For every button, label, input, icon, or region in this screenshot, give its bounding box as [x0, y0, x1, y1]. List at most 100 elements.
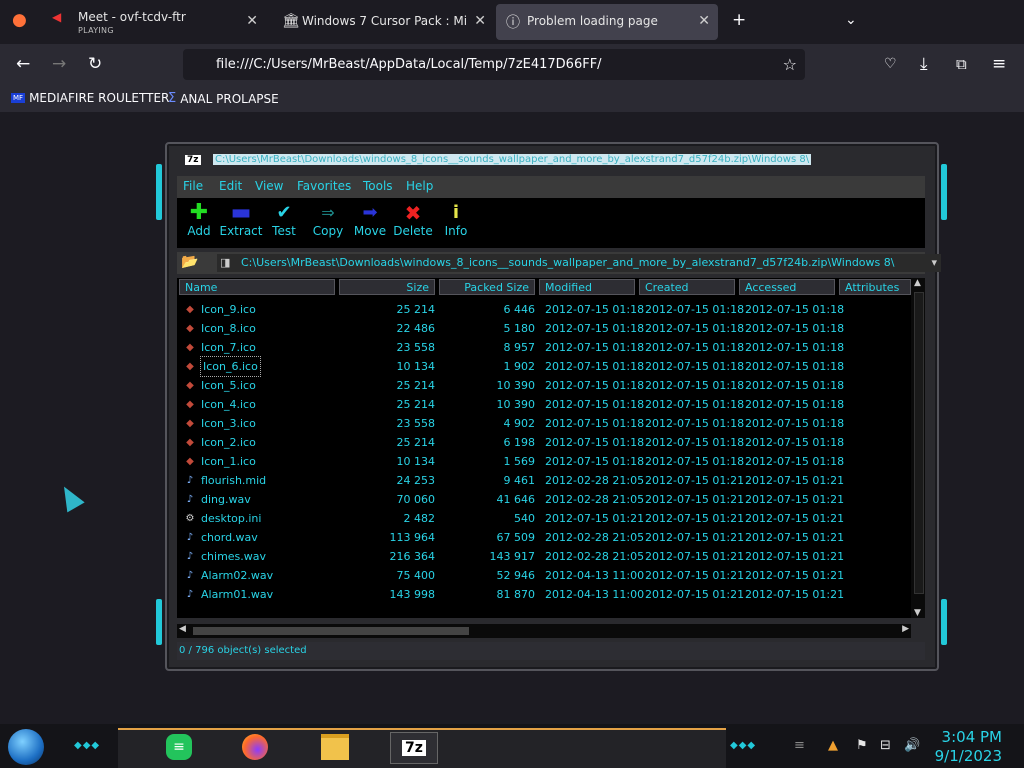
status-bar: 0 / 796 object(s) selected — [177, 642, 925, 660]
file-size: 113 964 — [389, 531, 436, 544]
taskbar-notes-app[interactable]: ≡ — [162, 732, 196, 762]
dropdown-arrow-icon[interactable]: ▾ — [931, 254, 937, 272]
table-row[interactable]: ◆ Icon_4.ico 25 214 10 390 2012-07-15 01:18 2… — [177, 395, 911, 414]
tray-vlc-icon[interactable]: ▲ — [828, 738, 838, 753]
scroll-down-icon[interactable]: ▼ — [914, 608, 921, 618]
column-header-size[interactable]: Size — [339, 279, 435, 295]
sevenzip-window: 7z C:\Users\MrBeast\Downloads\windows_8_… — [156, 142, 947, 671]
file-accessed: 2012-07-15 01:21 — [745, 512, 845, 525]
table-row[interactable]: ◆ Icon_3.ico 23 558 4 902 2012-07-15 01:18 20… — [177, 414, 911, 433]
url-bar[interactable]: file:///C:/Users/MrBeast/AppData/Local/T… — [183, 49, 805, 80]
delete-button[interactable]: ✖ Delete — [391, 202, 435, 238]
scroll-left-icon[interactable]: ◀ — [179, 624, 186, 634]
speaker-icon[interactable]: ◀ — [52, 10, 61, 24]
close-icon[interactable]: ✕ — [246, 13, 258, 29]
pocket-icon[interactable]: ♡ — [884, 56, 897, 73]
file-modified: 2012-07-15 01:21 — [545, 512, 645, 525]
bookmark-mediafire[interactable]: MF MEDIAFIRE ROULETTER — [11, 91, 169, 105]
file-packed-size: 10 390 — [496, 398, 536, 411]
tab-meet[interactable]: ◀ Meet - ovf-tcdv-ftr PLAYING ✕ — [44, 4, 266, 40]
ini-file-icon: ⚙ — [185, 513, 195, 524]
info-button[interactable]: i Info — [434, 202, 478, 238]
column-header-name[interactable]: Name — [179, 279, 335, 295]
taskbar-sevenzip[interactable]: 7z — [390, 732, 438, 764]
taskbar-file-explorer[interactable] — [318, 732, 352, 762]
scroll-right-icon[interactable]: ▶ — [902, 624, 909, 634]
back-arrow-icon[interactable]: ← — [16, 56, 30, 73]
hamburger-menu-icon[interactable]: ≡ — [992, 56, 1006, 73]
horizontal-scrollbar[interactable]: ◀ ▶ — [177, 624, 911, 638]
extract-button[interactable]: ▬ Extract — [219, 202, 263, 239]
close-icon[interactable]: ✕ — [474, 13, 486, 29]
table-row[interactable]: ♪ Alarm02.wav 75 400 52 946 2012-04-13 11:00… — [177, 566, 911, 585]
column-header-accessed[interactable]: Accessed — [739, 279, 835, 295]
tray-flag-icon[interactable]: ⚑ — [856, 738, 868, 753]
notes-app-icon: ≡ — [166, 734, 192, 760]
audio-file-icon: ♪ — [186, 551, 194, 562]
scroll-thumb[interactable] — [914, 292, 924, 594]
column-header-modified[interactable]: Modified — [539, 279, 635, 295]
table-row[interactable]: ◆ Icon_2.ico 25 214 6 198 2012-07-15 01:18 20… — [177, 433, 911, 452]
start-button[interactable] — [8, 729, 44, 765]
address-text[interactable]: C:\Users\MrBeast\Downloads\windows_8_ico… — [241, 256, 894, 269]
add-button[interactable]: ✚ Add — [177, 202, 221, 239]
firefox-menu-icon[interactable]: ● — [12, 12, 27, 29]
table-row[interactable]: ◆ Icon_8.ico 22 486 5 180 2012-07-15 01:18 20… — [177, 319, 911, 338]
window-title-bar[interactable]: 7z C:\Users\MrBeast\Downloads\windows_8_… — [185, 152, 905, 170]
table-row[interactable]: ♪ Alarm01.wav 143 998 81 870 2012-04-13 11:0… — [177, 585, 911, 604]
menu-file[interactable]: File — [183, 179, 203, 193]
tray-network-icon[interactable]: ⊟ — [880, 738, 891, 753]
new-tab-plus-icon[interactable]: + — [732, 12, 746, 29]
address-field[interactable]: ◨ C:\Users\MrBeast\Downloads\windows_8_i… — [217, 254, 941, 272]
menu-help[interactable]: Help — [406, 179, 433, 193]
table-row[interactable]: ◆ Icon_7.ico 23 558 8 957 2012-07-15 01:18 20… — [177, 338, 911, 357]
tab-meet-title: Meet - ovf-tcdv-ftr — [78, 10, 186, 24]
table-row[interactable]: ♪ flourish.mid 24 253 9 461 2012-02-28 21:05… — [177, 471, 911, 490]
table-row[interactable]: ♪ chimes.wav 216 364 143 917 2012-02-28 21:0… — [177, 547, 911, 566]
file-accessed: 2012-07-15 01:18 — [745, 436, 845, 449]
firefox-icon — [242, 734, 268, 760]
table-row[interactable]: ◆ Icon_5.ico 25 214 10 390 2012-07-15 01:18 2… — [177, 376, 911, 395]
copy-button[interactable]: ⇒ Copy — [306, 202, 350, 238]
tab-strip: ● ◀ Meet - ovf-tcdv-ftr PLAYING ✕ 🏛 Wind… — [0, 0, 1024, 44]
column-header-packed-size[interactable]: Packed Size — [439, 279, 535, 295]
system-clock[interactable]: 3:04 PM 9/1/2023 — [935, 728, 1002, 766]
close-icon[interactable]: ✕ — [698, 13, 710, 29]
column-header-created[interactable]: Created — [639, 279, 735, 295]
table-row[interactable]: ◆ Icon_6.ico 10 134 1 902 2012-07-15 01:18 20… — [177, 356, 911, 377]
list-tabs-chevron-icon[interactable]: ⌄ — [845, 12, 857, 29]
taskbar-firefox[interactable] — [238, 732, 272, 762]
tray-volume-icon[interactable]: 🔊 — [904, 738, 920, 753]
menu-edit[interactable]: Edit — [219, 179, 242, 193]
bookmark-second[interactable]: Σ ANAL PROLAPSE — [168, 91, 279, 106]
column-header-attributes[interactable]: Attributes — [839, 279, 911, 295]
table-row[interactable]: ⚙ desktop.ini 2 482 540 2012-07-15 01:21 2012… — [177, 509, 911, 528]
tab-cursor-pack[interactable]: 🏛 Windows 7 Cursor Pack : Micro ✕ — [272, 4, 494, 40]
table-row[interactable]: ♪ chord.wav 113 964 67 509 2012-02-28 21:05 2… — [177, 528, 911, 547]
ico-file-icon: ◆ — [186, 361, 194, 372]
reload-icon[interactable]: ↻ — [88, 56, 102, 73]
file-modified: 2012-07-15 01:18 — [545, 379, 645, 392]
scroll-thumb[interactable] — [193, 627, 469, 635]
tab-problem-loading[interactable]: ⓘ Problem loading page ✕ — [496, 4, 718, 40]
scroll-up-icon[interactable]: ▲ — [914, 278, 921, 288]
menu-view[interactable]: View — [255, 179, 283, 193]
file-name: Icon_2.ico — [201, 436, 256, 449]
download-icon[interactable]: ⤓ — [920, 56, 928, 73]
url-text[interactable]: file:///C:/Users/MrBeast/AppData/Local/T… — [216, 49, 602, 80]
forward-arrow-icon[interactable]: → — [52, 56, 66, 73]
test-button[interactable]: ✔ Test — [262, 202, 306, 238]
table-row[interactable]: ◆ Icon_9.ico 25 214 6 446 2012-07-15 01:18 20… — [177, 300, 911, 319]
vertical-scrollbar[interactable]: ▲ ▼ — [911, 278, 925, 618]
file-name: Icon_3.ico — [201, 417, 256, 430]
table-row[interactable]: ◆ Icon_1.ico 10 134 1 569 2012-07-15 01:18 20… — [177, 452, 911, 471]
folder-up-icon[interactable]: 📂 — [181, 254, 198, 270]
file-accessed: 2012-07-15 01:21 — [745, 588, 845, 601]
menu-tools[interactable]: Tools — [363, 179, 393, 193]
tab-cursor-pack-title: Windows 7 Cursor Pack : Micro — [302, 14, 466, 28]
menu-favorites[interactable]: Favorites — [297, 179, 351, 193]
table-row[interactable]: ♪ ding.wav 70 060 41 646 2012-02-28 21:05 201… — [177, 490, 911, 509]
extensions-icon[interactable]: ⧉ — [956, 56, 967, 73]
bookmark-star-icon[interactable]: ☆ — [783, 49, 797, 80]
move-button[interactable]: ➡ Move — [348, 202, 392, 238]
